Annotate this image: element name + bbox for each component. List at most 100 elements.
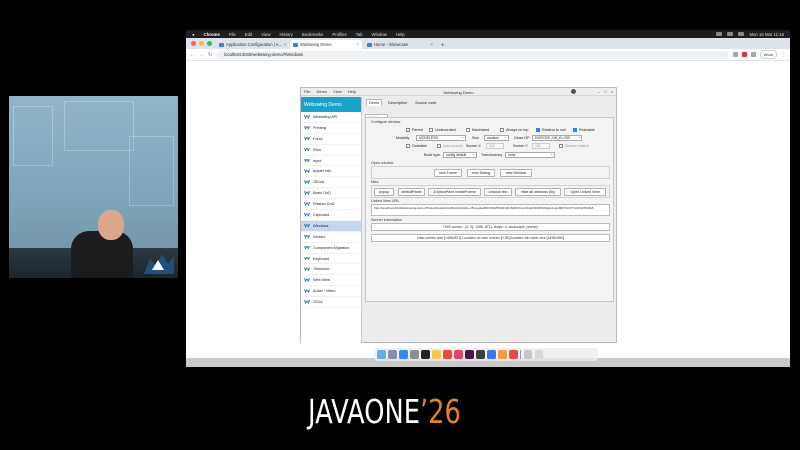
photos-icon[interactable] [498,350,507,359]
tab-close-icon[interactable]: × [284,42,286,47]
undecorated-checkbox[interactable] [429,128,433,132]
apple-icon[interactable]: ● [192,32,195,37]
screen-relative-checkbox[interactable] [559,144,563,148]
sidebar-item-basic-dnd[interactable]: Basic DnD [301,188,361,200]
open-linked-view-button[interactable]: Open Linked View [564,188,606,196]
menu-app-name[interactable]: Chrome [204,32,220,37]
tab-webswing-demo[interactable]: Webswing Demo × [290,40,362,49]
downloads-icon[interactable] [523,350,532,359]
always-on-top-checkbox[interactable] [500,128,504,132]
tab-showcase[interactable]: Home - Showcase × [364,40,436,49]
intellij-icon[interactable] [454,350,463,359]
undock-test-button[interactable]: Undock test [484,188,512,196]
sidebar-item-jogl[interactable]: JOGL [301,297,361,309]
menu-edit[interactable]: Edit [245,32,252,37]
sidebar-item-keyboard[interactable]: Keyboard [301,254,361,265]
sidebar-item-component-migration[interactable]: Component Migration [301,243,361,254]
forward-icon[interactable]: → [199,52,204,58]
auto-undock-checkbox[interactable] [437,144,441,148]
relative-to-null-checkbox[interactable] [536,128,540,132]
new-tab-button[interactable]: + [438,43,448,49]
menu-file[interactable]: File [229,32,236,37]
menu-tab[interactable]: Tab [356,32,363,37]
sidebar-item-webswing-api[interactable]: Webswing API [301,112,361,123]
size-select[interactable]: medium [484,135,509,141]
sidebar-item-screen[interactable]: Screen [301,232,361,243]
sidebar-item-fonts[interactable]: Fonts [301,134,361,145]
menu-window[interactable]: Window [372,32,387,37]
sidebar-item-jslink[interactable]: JSLink [301,177,361,189]
linked-view-url-field[interactable]: http://localhost:4040/webswing-demo/?lin… [371,204,610,216]
app-menu-demo[interactable]: Demo [316,89,327,94]
settings-icon[interactable] [410,350,419,359]
dockable-checkbox[interactable] [406,144,410,148]
back-icon[interactable]: ← [190,52,195,58]
trash-icon[interactable] [534,350,543,359]
tab-close-icon[interactable]: × [357,42,359,47]
app-menu-view[interactable]: View [333,89,342,94]
sidebar-item-timezone[interactable]: Timezone [301,264,361,276]
new-frame-button[interactable]: new Frame [434,169,462,177]
translucency-select[interactable]: none [505,152,555,158]
maximize-icon[interactable]: □ [604,89,606,94]
create-frame-button[interactable]: JOptionPane.createFrame [428,188,481,196]
maximized-checkbox[interactable] [466,128,470,132]
hide-all-windows-button[interactable]: Hide all windows (5s) [515,188,561,196]
menu-clock[interactable]: Mon 16 Mar 11:16 [749,32,784,37]
new-window-button[interactable]: new Window [500,169,532,177]
extension-icon[interactable] [750,52,756,57]
menu-view[interactable]: View [261,32,270,37]
address-bar[interactable]: localhost:4040/webswing-demo/#Windows [216,50,729,59]
wifi-icon[interactable] [727,31,734,36]
tab-source-code[interactable]: Source code [413,100,438,106]
sidebar-item-audio-video[interactable]: Audio / Video [301,286,361,298]
default-panel-button[interactable]: defaultPanel [398,188,425,196]
parent-checkbox[interactable] [406,128,410,132]
tab-description[interactable]: Description [386,100,409,106]
book-type-select[interactable]: config default [443,152,477,158]
reload-icon[interactable]: ↻ [208,52,212,58]
new-dialog-button[interactable]: new Dialog [467,169,495,177]
menu-history[interactable]: History [279,32,292,37]
screen-y-field[interactable]: 100 [532,143,550,149]
sidebar-item-web-view[interactable]: Web View [301,275,361,287]
battery-icon[interactable] [738,31,745,36]
sidebar-item-windows[interactable]: Windows [301,220,361,232]
app-menu-help[interactable]: Help [348,89,356,94]
sidebar-item-input[interactable]: Input [301,156,361,167]
zoom-window-icon[interactable] [207,41,212,46]
sidebar-item-files[interactable]: Files [301,145,361,156]
extension-icon[interactable] [741,52,747,57]
menu-help[interactable]: Help [396,32,405,37]
chrome-icon[interactable] [443,350,452,359]
app-menu-file[interactable]: File [304,89,310,94]
extension-icon[interactable] [732,52,738,57]
resizable-checkbox[interactable] [573,128,577,132]
user-avatar-icon[interactable] [571,89,576,94]
sidebar-item-plateau-dnd[interactable]: Plateau DnD [301,199,361,211]
menu-bookmarks[interactable]: Bookmarks [302,32,324,37]
notes-icon[interactable] [432,350,441,359]
safari-icon[interactable] [399,350,408,359]
launchpad-icon[interactable] [388,350,397,359]
close-op-select[interactable]: DISPOSE_ON_CLOSE [532,135,582,141]
tab-demo[interactable]: Demo [366,99,383,106]
finder-icon[interactable] [377,350,386,359]
tab-close-icon[interactable]: × [431,42,433,47]
popup-button[interactable]: popup [374,188,394,196]
minimize-window-icon[interactable] [199,41,204,46]
status-icon[interactable] [716,31,723,36]
modality-select[interactable]: MODELESS [416,135,466,141]
sidebar-item-clipboard[interactable]: Clipboard [301,210,361,221]
menu-profiles[interactable]: Profiles [332,32,346,37]
preview-icon[interactable] [509,350,518,359]
browser-menu-icon[interactable]: ⋮ [781,52,786,58]
slack-icon[interactable] [465,350,474,359]
profile-button[interactable]: Work [759,50,777,59]
activity-icon[interactable] [476,350,485,359]
screen-x-field[interactable]: 100 [486,143,504,149]
terminal-icon[interactable] [421,350,430,359]
sidebar-item-printing[interactable]: Printing [301,123,361,134]
minimize-icon[interactable]: – [598,89,600,94]
keynote-icon[interactable] [487,350,496,359]
